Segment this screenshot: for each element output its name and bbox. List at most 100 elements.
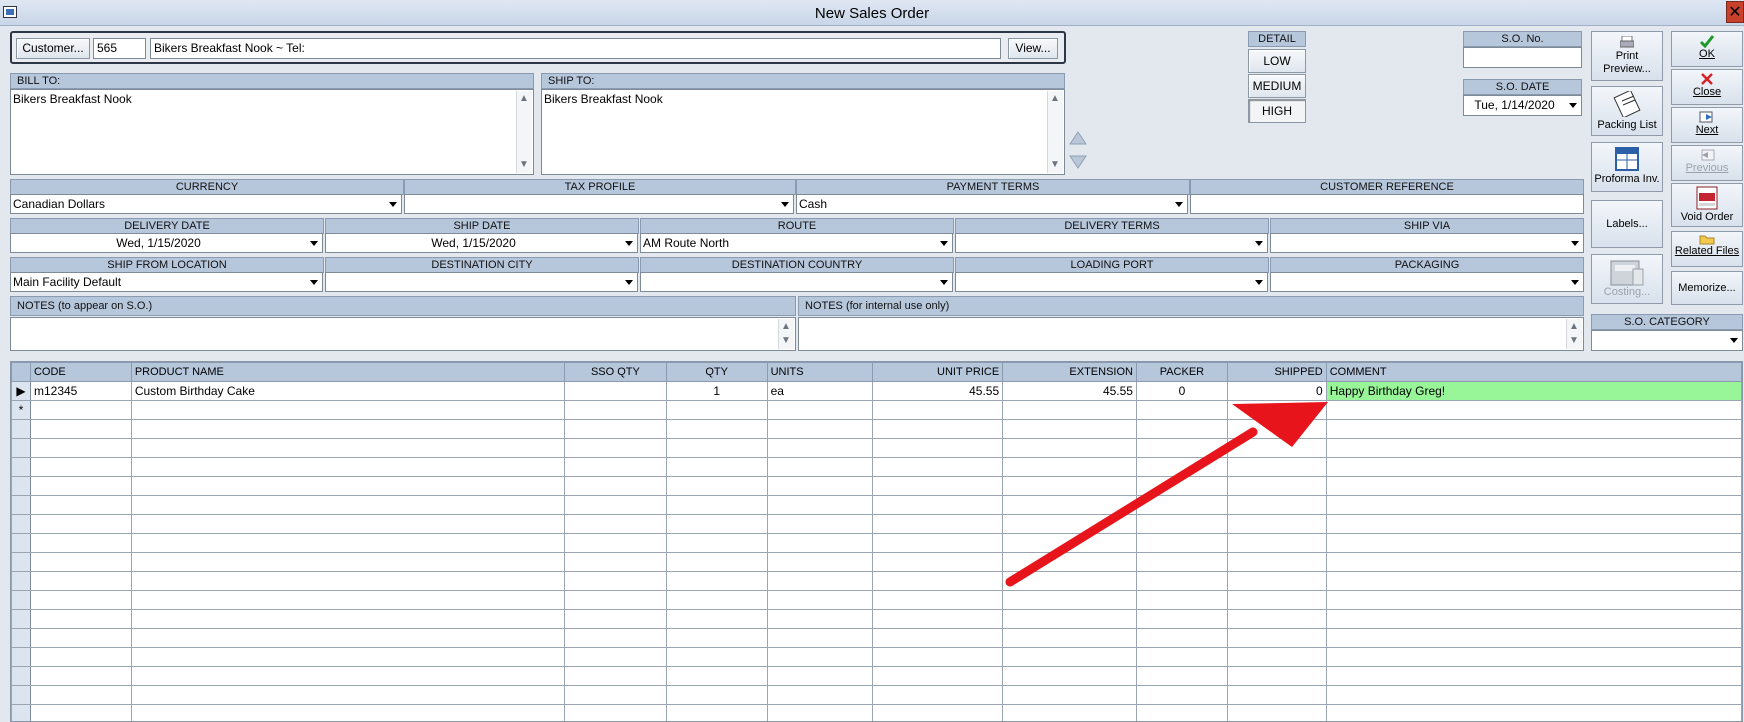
col-header-extension[interactable]: EXTENSION xyxy=(1002,362,1137,382)
row-selector[interactable] xyxy=(11,704,31,721)
row-selector[interactable] xyxy=(11,685,31,705)
ship-via-select[interactable] xyxy=(1270,233,1584,253)
window-close-button[interactable]: ✕ xyxy=(1726,1,1744,23)
row-selector[interactable] xyxy=(11,438,31,458)
destination-country-select[interactable] xyxy=(640,272,953,292)
chevron-down-icon[interactable] xyxy=(1568,274,1582,290)
print-preview-button[interactable]: Print Preview... xyxy=(1591,31,1663,81)
cell-comment[interactable] xyxy=(1325,400,1742,420)
notes-internal-scrollbar[interactable]: ▲ ▼ xyxy=(1566,319,1582,349)
cell-units[interactable]: ea xyxy=(766,381,874,401)
chevron-down-icon[interactable] xyxy=(1172,196,1186,212)
cell-packer[interactable]: 0 xyxy=(1135,381,1228,401)
cell-product-name[interactable] xyxy=(130,400,566,420)
row-selector[interactable] xyxy=(11,571,31,591)
col-header-qty[interactable]: QTY xyxy=(665,362,768,382)
bill-to-scrollbar[interactable]: ▲ ▼ xyxy=(516,91,532,173)
scroll-down-icon[interactable]: ▼ xyxy=(519,160,529,170)
so-date-picker[interactable]: Tue, 1/14/2020 xyxy=(1463,95,1582,116)
line-items-grid[interactable]: CODE PRODUCT NAME SSO QTY QTY UNITS UNIT… xyxy=(10,361,1743,722)
chevron-down-icon[interactable] xyxy=(1727,332,1741,348)
delivery-terms-select[interactable] xyxy=(955,233,1268,253)
chevron-down-icon[interactable] xyxy=(622,274,636,290)
bill-to-textarea[interactable]: Bikers Breakfast Nook ▲ ▼ xyxy=(10,89,534,175)
payment-terms-select[interactable]: Cash xyxy=(796,194,1188,214)
scroll-up-icon[interactable]: ▲ xyxy=(519,94,529,104)
customer-reference-field[interactable] xyxy=(1190,194,1584,214)
row-selector[interactable] xyxy=(11,476,31,496)
chevron-down-icon[interactable] xyxy=(937,274,951,290)
row-selector[interactable] xyxy=(11,666,31,686)
scroll-up-icon[interactable]: ▲ xyxy=(1569,322,1579,332)
previous-button[interactable]: Previous xyxy=(1671,145,1743,181)
cell-qty[interactable] xyxy=(665,400,768,420)
void-order-button[interactable]: Void Order xyxy=(1671,183,1743,227)
col-header-shipped[interactable]: SHIPPED xyxy=(1226,362,1327,382)
row-selector[interactable] xyxy=(11,609,31,629)
chevron-down-icon[interactable] xyxy=(622,235,636,251)
detail-medium-button[interactable]: MEDIUM xyxy=(1248,74,1306,98)
chevron-down-icon[interactable] xyxy=(1566,97,1580,113)
scroll-up-icon[interactable]: ▲ xyxy=(781,322,791,332)
chevron-down-icon[interactable] xyxy=(937,235,951,251)
ship-date-picker[interactable]: Wed, 1/15/2020 xyxy=(325,233,638,253)
chevron-down-icon[interactable] xyxy=(307,235,321,251)
proforma-invoice-button[interactable]: Proforma Inv. xyxy=(1591,142,1663,192)
memorize-button[interactable]: Memorize... xyxy=(1671,271,1743,305)
cell-sso-qty[interactable] xyxy=(564,381,667,401)
move-down-icon[interactable] xyxy=(1067,152,1089,172)
cell-code[interactable]: m12345 xyxy=(29,381,132,401)
chevron-down-icon[interactable] xyxy=(1568,235,1582,251)
cell-unit-price[interactable]: 45.55 xyxy=(872,381,1004,401)
loading-port-select[interactable] xyxy=(955,272,1268,292)
packaging-select[interactable] xyxy=(1270,272,1584,292)
row-selector[interactable] xyxy=(11,419,31,439)
currency-select[interactable]: Canadian Dollars xyxy=(10,194,402,214)
detail-low-button[interactable]: LOW xyxy=(1248,49,1306,73)
destination-city-select[interactable] xyxy=(325,272,638,292)
col-header-product-name[interactable]: PRODUCT NAME xyxy=(130,362,566,382)
next-button[interactable]: Next xyxy=(1671,107,1743,143)
ship-from-location-select[interactable]: Main Facility Default xyxy=(10,272,323,292)
customer-button[interactable]: Customer... xyxy=(16,38,90,59)
ship-to-textarea[interactable]: Bikers Breakfast Nook ▲ ▼ xyxy=(541,89,1065,175)
cell-shipped[interactable] xyxy=(1226,400,1327,420)
col-header-code[interactable]: CODE xyxy=(29,362,132,382)
cell-comment[interactable]: Happy Birthday Greg! xyxy=(1325,381,1742,401)
ship-to-scrollbar[interactable]: ▲ ▼ xyxy=(1047,91,1063,173)
cell-sso-qty[interactable] xyxy=(564,400,667,420)
chevron-down-icon[interactable] xyxy=(307,274,321,290)
cell-extension[interactable]: 45.55 xyxy=(1002,381,1137,401)
cell-product-name[interactable]: Custom Birthday Cake xyxy=(130,381,566,401)
col-header-comment[interactable]: COMMENT xyxy=(1325,362,1742,382)
chevron-down-icon[interactable] xyxy=(778,196,792,212)
close-button[interactable]: Close xyxy=(1671,69,1743,105)
related-files-button[interactable]: Related Files xyxy=(1671,231,1743,267)
row-selector[interactable] xyxy=(11,647,31,667)
ok-button[interactable]: OK xyxy=(1671,31,1743,67)
cell-code[interactable] xyxy=(29,400,132,420)
notes-internal-textarea[interactable]: ▲ ▼ xyxy=(798,317,1584,351)
new-row-marker-icon[interactable]: * xyxy=(11,400,31,420)
so-category-select[interactable] xyxy=(1591,330,1743,351)
scroll-up-icon[interactable]: ▲ xyxy=(1050,94,1060,104)
notes-so-textarea[interactable]: ▲ ▼ xyxy=(10,317,796,351)
cell-qty[interactable]: 1 xyxy=(665,381,768,401)
detail-high-button[interactable]: HIGH xyxy=(1248,99,1306,123)
col-header-packer[interactable]: PACKER xyxy=(1135,362,1228,382)
view-customer-button[interactable]: View... xyxy=(1008,38,1058,59)
col-header-unit-price[interactable]: UNIT PRICE xyxy=(872,362,1004,382)
chevron-down-icon[interactable] xyxy=(1252,274,1266,290)
row-selector[interactable] xyxy=(11,552,31,572)
row-selector[interactable] xyxy=(11,514,31,534)
cell-packer[interactable] xyxy=(1135,400,1228,420)
current-row-indicator-icon[interactable]: ▶ xyxy=(11,381,31,401)
labels-button[interactable]: Labels... xyxy=(1591,200,1663,248)
costing-button[interactable]: Costing... xyxy=(1591,254,1663,304)
row-selector[interactable] xyxy=(11,533,31,553)
cell-units[interactable] xyxy=(766,400,874,420)
cell-unit-price[interactable] xyxy=(872,400,1004,420)
scroll-down-icon[interactable]: ▼ xyxy=(1050,160,1060,170)
chevron-down-icon[interactable] xyxy=(386,196,400,212)
row-selector[interactable] xyxy=(11,590,31,610)
